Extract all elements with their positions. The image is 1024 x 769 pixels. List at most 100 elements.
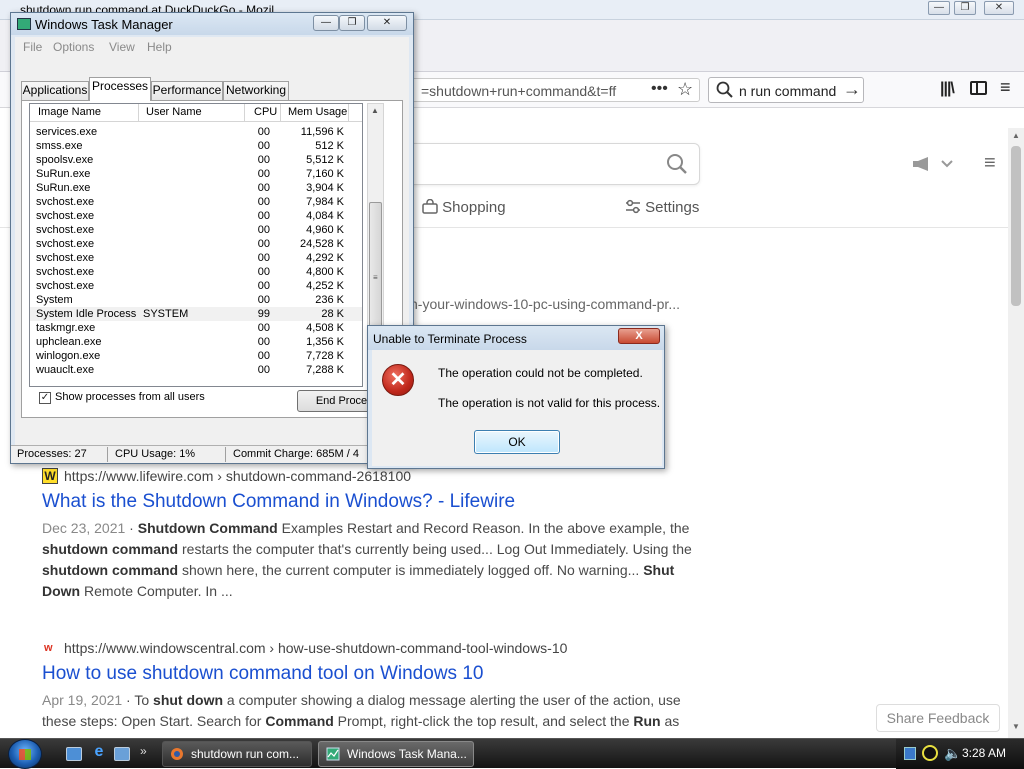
firefox-maximize-button[interactable]: ❐	[954, 1, 976, 15]
show-all-users-checkbox[interactable]: ✓	[39, 392, 51, 404]
process-cpu: 00	[257, 140, 270, 152]
system-tray: 🔈 3:28 AM	[896, 739, 1024, 769]
scroll-down-arrow-icon[interactable]: ▼	[1012, 722, 1020, 731]
speaker-icon[interactable]: 🔈	[944, 745, 961, 762]
result-url[interactable]: https://www.lifewire.com › shutdown-comm…	[64, 468, 411, 484]
internet-explorer-icon[interactable]: e	[90, 743, 108, 760]
result-url[interactable]: https://www.windowscentral.com › how-use…	[64, 640, 567, 656]
col-image-name[interactable]: Image Name	[38, 106, 101, 118]
process-row[interactable]: svchost.exe 00 4,252 K	[30, 279, 362, 293]
error-dialog-titlebar[interactable]: Unable to Terminate Process X	[368, 326, 664, 350]
process-row[interactable]: winlogon.exe 00 7,728 K	[30, 349, 362, 363]
tm-minimize-button[interactable]: —	[313, 15, 339, 31]
col-cpu[interactable]: CPU	[254, 106, 277, 118]
share-feedback-button[interactable]: Share Feedback	[876, 704, 1000, 732]
page-scrollbar[interactable]: ▲ ▼	[1008, 128, 1024, 738]
task-manager-titlebar[interactable]: Windows Task Manager — ❐ ✕	[11, 13, 413, 35]
tab-shopping[interactable]: Shopping	[422, 198, 506, 216]
menu-view[interactable]: View	[109, 40, 135, 54]
ddg-menu-icon[interactable]: ≡	[984, 152, 996, 175]
menu-options[interactable]: Options	[53, 40, 94, 54]
taskbar-button-task-manager[interactable]: Windows Task Mana...	[318, 741, 474, 767]
tab-networking[interactable]: Networking	[223, 81, 289, 100]
page-actions-icon[interactable]: •••	[651, 80, 668, 98]
clock[interactable]: 3:28 AM	[962, 746, 1006, 760]
sidebar-icon[interactable]	[970, 81, 987, 95]
result-date: Apr 19, 2021	[42, 692, 123, 708]
process-cpu: 00	[257, 294, 270, 306]
browser-search-box[interactable]: n run command →	[708, 77, 864, 103]
process-cpu: 00	[257, 280, 270, 292]
ok-button[interactable]: OK	[474, 430, 560, 454]
hamburger-menu-icon[interactable]: ≡	[1000, 77, 1011, 98]
process-row[interactable]: taskmgr.exe 00 4,508 K	[30, 321, 362, 335]
process-name: svchost.exe	[36, 280, 95, 292]
process-row[interactable]: wuauclt.exe 00 7,288 K	[30, 363, 362, 377]
process-row[interactable]: svchost.exe 00 4,292 K	[30, 251, 362, 265]
bookmark-star-icon[interactable]: ☆	[677, 79, 693, 100]
firefox-close-button[interactable]: ✕	[984, 1, 1014, 15]
radiation-tray-icon[interactable]	[922, 745, 938, 761]
tm-close-button[interactable]: ✕	[367, 15, 407, 31]
process-row[interactable]: smss.exe 00 512 K	[30, 139, 362, 153]
process-cpu: 00	[257, 168, 270, 180]
process-mem: 4,508 K	[306, 322, 344, 334]
process-row[interactable]: spoolsv.exe 00 5,512 K	[30, 153, 362, 167]
process-mem: 4,800 K	[306, 266, 344, 278]
scroll-up-arrow-icon[interactable]: ▲	[371, 106, 379, 115]
process-cpu: 00	[257, 210, 270, 222]
tm-maximize-button[interactable]: ❐	[339, 15, 365, 31]
process-list[interactable]: Image Name User Name CPU Mem Usage servi…	[29, 103, 363, 387]
firefox-minimize-button[interactable]: —	[928, 1, 950, 15]
process-row[interactable]: svchost.exe 00 7,984 K	[30, 195, 362, 209]
ddg-search-icon[interactable]	[665, 152, 689, 176]
tab-settings[interactable]: Settings	[625, 199, 699, 216]
taskbar-button-firefox[interactable]: shutdown run com...	[162, 741, 312, 767]
process-row[interactable]: services.exe 00 11,596 K	[30, 125, 362, 139]
process-mem: 7,984 K	[306, 196, 344, 208]
url-text: =shutdown+run+command&t=ff	[421, 83, 617, 99]
task-manager-icon	[17, 18, 31, 30]
col-user-name[interactable]: User Name	[146, 106, 202, 118]
process-cpu: 00	[257, 196, 270, 208]
error-dialog-title: Unable to Terminate Process	[373, 332, 527, 346]
col-mem-usage[interactable]: Mem Usage	[288, 106, 347, 118]
page-scrollbar-thumb[interactable]	[1011, 146, 1021, 306]
tab-processes[interactable]: Processes	[89, 77, 151, 101]
library-icon[interactable]: |||\	[940, 80, 955, 98]
error-dialog-body: ✕ The operation could not be completed. …	[372, 350, 662, 466]
status-commit-charge: Commit Charge: 685M / 4	[233, 448, 359, 460]
process-row[interactable]: SuRun.exe 00 3,904 K	[30, 181, 362, 195]
result-partial-url[interactable]: n-your-windows-10-pc-using-command-pr...	[410, 296, 680, 312]
process-cpu: 00	[257, 322, 270, 334]
scroll-up-arrow-icon[interactable]: ▲	[1012, 131, 1020, 140]
process-row[interactable]: svchost.exe 00 24,528 K	[30, 237, 362, 251]
process-mem: 28 K	[321, 308, 344, 320]
process-row[interactable]: svchost.exe 00 4,800 K	[30, 265, 362, 279]
show-desktop-icon[interactable]	[66, 747, 82, 761]
start-button[interactable]	[8, 739, 42, 769]
process-row[interactable]: svchost.exe 00 4,960 K	[30, 223, 362, 237]
process-row[interactable]: svchost.exe 00 4,084 K	[30, 209, 362, 223]
megaphone-icon[interactable]	[912, 156, 954, 177]
error-dialog-close-button[interactable]: X	[618, 328, 660, 344]
quick-launch-more-icon[interactable]: »	[140, 744, 147, 758]
windowscentral-favicon: w	[44, 642, 53, 654]
snippet-highlight: Run	[633, 713, 661, 729]
menu-help[interactable]: Help	[147, 40, 172, 54]
result-title[interactable]: What is the Shutdown Command in Windows?…	[42, 491, 515, 513]
process-row[interactable]: SuRun.exe 00 7,160 K	[30, 167, 362, 181]
tab-applications[interactable]: Applications	[21, 81, 89, 100]
process-row[interactable]: System Idle Process SYSTEM 99 28 K	[30, 307, 362, 321]
switch-windows-icon[interactable]	[114, 747, 130, 761]
process-name: svchost.exe	[36, 196, 95, 208]
tab-performance[interactable]: Performance	[151, 81, 223, 100]
menu-file[interactable]: File	[23, 40, 42, 54]
search-go-arrow-icon[interactable]: →	[843, 79, 861, 100]
result-title[interactable]: How to use shutdown command tool on Wind…	[42, 663, 483, 685]
process-mem: 5,512 K	[306, 154, 344, 166]
process-row[interactable]: uphclean.exe 00 1,356 K	[30, 335, 362, 349]
process-mem: 4,252 K	[306, 280, 344, 292]
process-row[interactable]: System 00 236 K	[30, 293, 362, 307]
tray-app-icon[interactable]	[904, 747, 916, 760]
